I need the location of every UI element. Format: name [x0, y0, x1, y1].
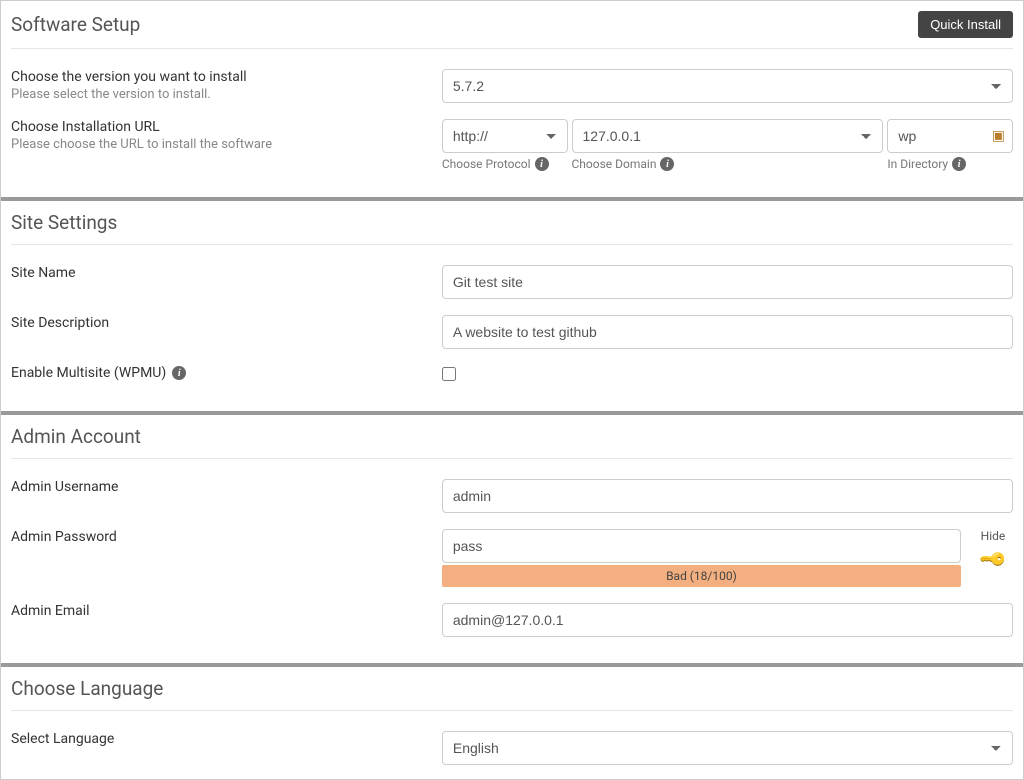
install-url-sublabel: Please choose the URL to install the sof…	[11, 137, 422, 152]
version-label: Choose the version you want to install	[11, 69, 247, 85]
admin-password-label: Admin Password	[11, 529, 117, 545]
folder-icon[interactable]: ▣	[992, 128, 1005, 144]
info-icon[interactable]: i	[660, 157, 674, 171]
multisite-checkbox[interactable]	[442, 367, 456, 381]
admin-username-label: Admin Username	[11, 479, 118, 495]
select-language-label: Select Language	[11, 731, 114, 747]
admin-email-label: Admin Email	[11, 603, 90, 619]
software-setup-title: Software Setup	[11, 13, 140, 36]
site-desc-label: Site Description	[11, 315, 109, 331]
site-name-input[interactable]	[442, 265, 1013, 299]
section-software-setup: Software Setup Quick Install Choose the …	[1, 1, 1023, 201]
install-url-label: Choose Installation URL	[11, 119, 160, 135]
version-select[interactable]: 5.7.2	[442, 69, 1013, 103]
hide-password-toggle[interactable]: Hide	[973, 529, 1013, 543]
site-desc-input[interactable]	[442, 315, 1013, 349]
choose-language-title: Choose Language	[11, 677, 163, 700]
admin-username-input[interactable]	[442, 479, 1013, 513]
section-admin-account: Admin Account Admin Username Admin Passw…	[1, 415, 1023, 667]
info-icon[interactable]: i	[952, 157, 966, 171]
info-icon[interactable]: i	[172, 366, 186, 380]
key-icon[interactable]: 🔑	[978, 544, 1009, 575]
domain-select[interactable]: 127.0.0.1	[572, 119, 884, 153]
admin-password-input[interactable]	[442, 529, 961, 563]
domain-helper: Choose Domain	[572, 157, 657, 171]
site-settings-title: Site Settings	[11, 211, 117, 234]
info-icon[interactable]: i	[535, 157, 549, 171]
site-name-label: Site Name	[11, 265, 76, 281]
section-choose-language: Choose Language Select Language English	[1, 667, 1023, 779]
admin-account-title: Admin Account	[11, 425, 141, 448]
multisite-label: Enable Multisite (WPMU)	[11, 365, 166, 381]
password-strength-bar: Bad (18/100)	[442, 565, 961, 587]
protocol-select[interactable]: http://	[442, 119, 568, 153]
language-select[interactable]: English	[442, 731, 1013, 765]
version-sublabel: Please select the version to install.	[11, 87, 422, 102]
admin-email-input[interactable]	[442, 603, 1013, 637]
section-site-settings: Site Settings Site Name Site Description…	[1, 201, 1023, 415]
protocol-helper: Choose Protocol	[442, 157, 531, 171]
directory-helper: In Directory	[887, 157, 948, 171]
quick-install-button[interactable]: Quick Install	[918, 11, 1013, 38]
